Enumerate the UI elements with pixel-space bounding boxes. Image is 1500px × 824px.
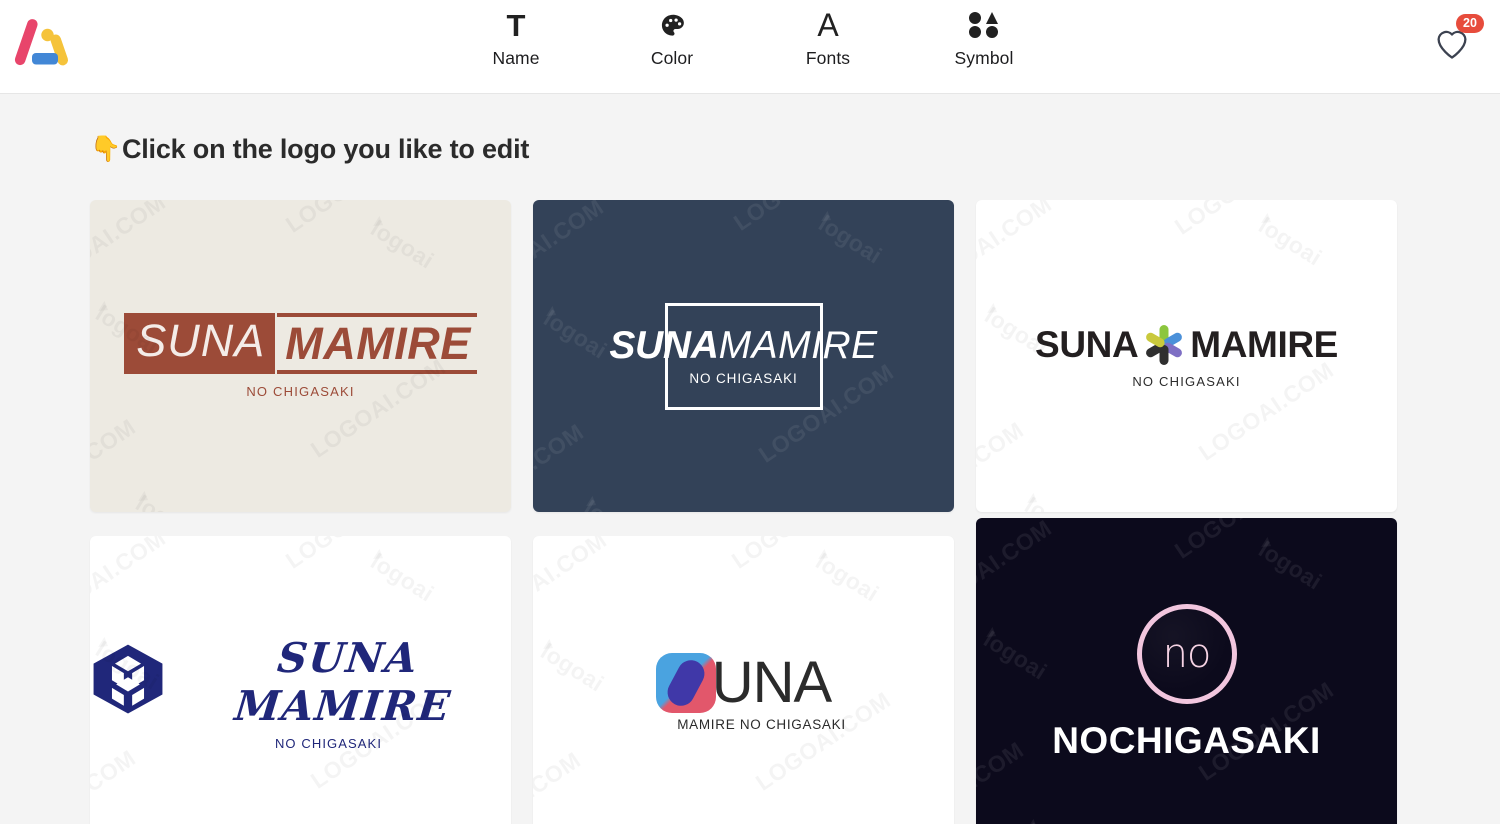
logo-monogram: no: [1162, 631, 1212, 677]
logo-card-2[interactable]: LOGOAI.COM LOGOAI.COM LOGOAI.COM LOGOAI.…: [533, 200, 954, 512]
watermark-text: LOGOAI.COM: [976, 200, 1057, 301]
watermark-text: LOGOAI.COM: [533, 746, 586, 824]
isometric-cube-icon: [90, 641, 166, 722]
favorites-button[interactable]: 20: [1428, 14, 1484, 68]
watermark-text: LOGOAI.COM: [729, 200, 874, 237]
logo-tagline: NO CHIGASAKI: [1132, 374, 1241, 389]
watermark-text: LOGOAI.COM: [90, 200, 171, 299]
watermark-text: LOGOAI.COM: [533, 536, 612, 637]
watermark-text: LOGOAI.COM: [727, 536, 872, 575]
nav-item-symbol[interactable]: Symbol: [936, 8, 1032, 69]
watermark-text: LOGOAI.COM: [281, 200, 426, 239]
logo-frame: SUNAMAMIRE NO CHIGASAKI: [609, 302, 877, 410]
watermark-text: LOGOAI.COM: [976, 736, 1029, 824]
logo-word-primary: SUNA: [124, 312, 276, 375]
logo-tagline: NO CHIGASAKI: [274, 735, 383, 751]
watermark-text: LOGOAI.COM: [281, 536, 426, 575]
logo-card-5[interactable]: LOGOAI.COM LOGOAI.COM LOGOAI.COM LOGOAI.…: [533, 536, 954, 824]
text-T-icon: T: [506, 7, 526, 43]
page-title-text: Click on the logo you like to edit: [121, 134, 530, 164]
logo-card-3[interactable]: LOGOAI.COM LOGOAI.COM LOGOAI.COM LOGOAI.…: [976, 200, 1397, 512]
logoai-triangle-logo[interactable]: [10, 8, 80, 78]
circle-ring-icon: no: [1136, 604, 1237, 704]
top-navigation-bar: T Name Color A Fonts Symbol 20: [0, 0, 1500, 94]
pinwheel-icon: [1142, 323, 1186, 367]
watermark-text: LOGOAI.COM: [90, 744, 141, 824]
nav-label-name: Name: [492, 48, 540, 68]
logo-artwork: SUNAMAMIRE NO CHIGASAKI: [609, 302, 877, 410]
watermark-text: LOGOAI.COM: [533, 418, 589, 512]
watermark-text: LOGOAI.COM: [1170, 200, 1315, 241]
main-content: 👇 Click on the logo you like to edit LOG…: [0, 134, 1500, 824]
logo-tagline: NO CHIGASAKI: [689, 371, 798, 386]
logo-results-grid: LOGOAI.COM LOGOAI.COM LOGOAI.COM LOGOAI.…: [90, 200, 1410, 824]
watermark-text: LOGOAI.COM: [976, 416, 1029, 512]
nav-label-fonts: Fonts: [805, 48, 851, 68]
logo-word-primary: SUNA MAMIRE: [232, 633, 454, 730]
logo-word-primary: UNA: [711, 649, 832, 715]
logo-word-secondary: MAMIRE: [718, 324, 878, 367]
logo-artwork: SUNA MAMIRE NO CHIGASAKI: [90, 634, 511, 751]
logo-word-primary: SUNA: [609, 324, 719, 367]
nav-label-symbol: Symbol: [954, 48, 1014, 68]
editor-nav-group: T Name Color A Fonts Symbol: [468, 8, 1032, 69]
logo-tagline: MAMIRE NO CHIGASAKI: [677, 716, 846, 732]
logo-word-secondary: MAMIRE: [1190, 324, 1338, 365]
watermark-text: LOGOAI.COM: [90, 413, 141, 512]
logo-card-1[interactable]: LOGOAI.COM LOGOAI.COM LOGOAI.COM LOGOAI.…: [90, 200, 511, 512]
watermark-text: LOGOAI.COM: [533, 200, 609, 303]
page-title: 👇 Click on the logo you like to edit: [90, 134, 1410, 165]
logo-word-primary: NOCHIGASAKI: [1052, 720, 1321, 761]
nav-label-color: Color: [650, 48, 694, 68]
rounded-square-oval-icon: [655, 652, 716, 713]
letter-A-icon: A: [817, 7, 839, 43]
favorites-count-badge: 20: [1456, 14, 1484, 33]
logo-artwork: no NOCHIGASAKI: [1052, 604, 1321, 762]
logo-tagline: NO CHIGASAKI: [246, 384, 355, 400]
watermark-text: LOGOAI.COM: [976, 518, 1057, 624]
logo-artwork: SUNA MAMIRE NO CHIGASAKI: [1035, 323, 1338, 389]
logo-artwork: SUNA MAMIRE NO CHIGASAKI: [124, 312, 477, 400]
logo-word-secondary: MAMIRE: [277, 312, 477, 375]
nav-item-name[interactable]: T Name: [468, 8, 564, 69]
watermark-text: LOGOAI.COM: [1170, 518, 1315, 565]
palette-icon: [659, 8, 686, 42]
shapes-icon: [969, 8, 999, 42]
nav-item-fonts[interactable]: A Fonts: [780, 8, 876, 69]
nav-item-color[interactable]: Color: [624, 8, 720, 69]
logo-card-4[interactable]: LOGOAI.COM LOGOAI.COM LOGOAI.COM LOGOAI.…: [90, 536, 511, 824]
logo-card-6[interactable]: LOGOAI.COM LOGOAI.COM LOGOAI.COM LOGOAI.…: [976, 518, 1397, 824]
watermark-text: LOGOAI.COM: [90, 536, 171, 635]
logo-word-primary: SUNA: [1035, 324, 1139, 365]
logo-artwork: UNA MAMIRE NO CHIGASAKI: [641, 649, 846, 732]
pointing-down-emoji-icon: 👇: [90, 135, 121, 163]
